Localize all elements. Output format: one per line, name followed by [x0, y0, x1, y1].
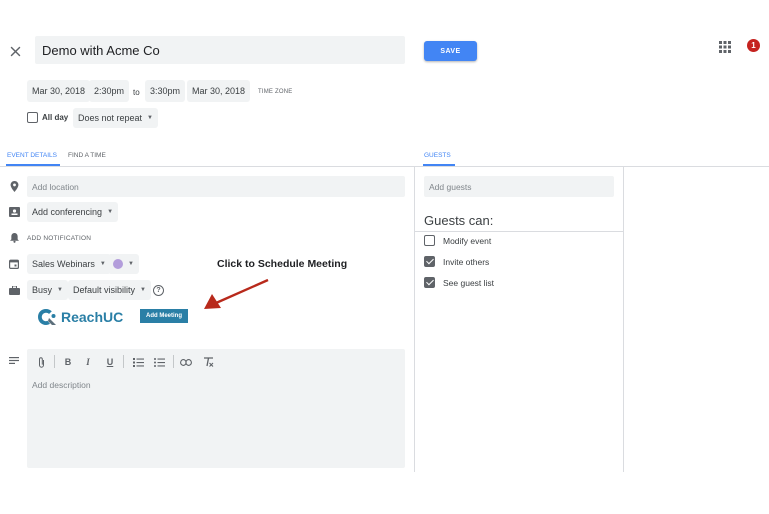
add-guests-placeholder: Add guests — [429, 181, 472, 192]
toolbar-separator — [173, 355, 174, 368]
tab-guests[interactable]: GUESTS — [424, 152, 451, 159]
chevron-down-icon: ▼ — [99, 261, 106, 267]
chevron-down-icon: ▼ — [128, 261, 134, 267]
end-time-text: 3:30pm — [150, 86, 181, 96]
repeat-value: Does not repeat — [78, 113, 143, 123]
save-button-label: SAVE — [440, 47, 461, 55]
end-time-picker[interactable]: 3:30pm — [145, 80, 186, 102]
chevron-down-icon: ▼ — [57, 287, 63, 293]
close-icon[interactable] — [6, 42, 24, 60]
bulleted-list-icon[interactable] — [152, 355, 166, 369]
permission-label: Invite others — [443, 257, 490, 267]
location-input[interactable]: Add location — [27, 176, 405, 197]
all-day-label: All day — [42, 113, 69, 122]
chevron-down-icon: ▼ — [140, 287, 146, 293]
description-editor[interactable]: B I U Add description — [27, 349, 405, 468]
conferencing-icon — [8, 206, 20, 218]
underline-icon[interactable]: U — [104, 355, 116, 369]
all-day-checkbox[interactable] — [27, 112, 38, 123]
modify-event-checkbox[interactable] — [424, 235, 435, 246]
chevron-down-icon: ▼ — [107, 209, 114, 215]
notification-badge[interactable]: 1 — [747, 39, 760, 52]
see-guest-list-checkbox[interactable] — [424, 277, 435, 288]
location-pin-icon — [8, 180, 20, 192]
toolbar-separator — [123, 355, 124, 368]
event-color-dropdown[interactable]: ▼ — [108, 254, 139, 274]
chevron-down-icon: ▼ — [147, 115, 153, 121]
calendar-icon — [8, 258, 20, 270]
reachuc-logo: ReachUC — [37, 307, 123, 327]
end-date-text: Mar 30, 2018 — [192, 86, 246, 96]
description-icon — [8, 354, 20, 366]
remove-formatting-icon[interactable] — [201, 355, 215, 369]
permission-label: See guest list — [443, 278, 495, 288]
add-conferencing-dropdown[interactable]: Add conferencing ▼ — [27, 202, 119, 222]
attachment-icon[interactable] — [35, 355, 47, 369]
tab-event-details[interactable]: EVENT DETAILS — [7, 152, 57, 159]
save-button[interactable]: SAVE — [424, 41, 477, 61]
add-meeting-button[interactable]: Add Meeting — [140, 309, 188, 323]
reachuc-logo-icon — [38, 309, 56, 325]
guests-can-heading: Guests can: — [424, 213, 494, 228]
calendar-dropdown[interactable]: Sales Webinars ▼ — [27, 254, 111, 274]
reachuc-brand-text: ReachUC — [61, 309, 124, 325]
add-notification-link[interactable]: ADD NOTIFICATION — [27, 235, 91, 242]
add-meeting-label: Add Meeting — [146, 313, 182, 319]
start-time-picker[interactable]: 2:30pm — [89, 80, 130, 102]
conferencing-label: Add conferencing — [32, 207, 103, 217]
bold-icon[interactable]: B — [62, 355, 74, 369]
location-placeholder: Add location — [32, 181, 79, 192]
calendar-value: Sales Webinars — [32, 259, 95, 269]
start-time-text: 2:30pm — [94, 86, 125, 96]
permission-label: Modify event — [443, 236, 492, 246]
availability-dropdown[interactable]: Busy ▼ — [27, 280, 68, 300]
guests-panel-divider — [623, 167, 624, 472]
toolbar-separator — [54, 355, 55, 368]
repeat-dropdown[interactable]: Does not repeat ▼ — [73, 108, 158, 128]
bell-icon — [8, 232, 20, 244]
event-title-input[interactable]: Demo with Acme Co — [35, 36, 405, 64]
panel-divider — [414, 167, 415, 472]
to-label: to — [133, 88, 140, 97]
end-date-picker[interactable]: Mar 30, 2018 — [187, 80, 251, 102]
tab-find-a-time[interactable]: FIND A TIME — [68, 152, 106, 159]
visibility-dropdown[interactable]: Default visibility ▼ — [68, 280, 151, 300]
description-placeholder: Add description — [32, 380, 91, 390]
color-swatch — [113, 259, 123, 269]
invite-others-checkbox[interactable] — [424, 256, 435, 267]
italic-icon[interactable]: I — [82, 355, 94, 369]
notification-count: 1 — [751, 41, 756, 50]
add-guests-input[interactable]: Add guests — [424, 176, 614, 197]
event-title-text: Demo with Acme Co — [42, 42, 160, 58]
help-icon[interactable]: ? — [153, 285, 164, 296]
annotation-arrow-icon — [204, 278, 269, 309]
start-date-text: Mar 30, 2018 — [32, 86, 86, 96]
tabs-divider — [0, 166, 769, 167]
apps-grid-icon[interactable] — [719, 40, 731, 53]
numbered-list-icon[interactable] — [131, 355, 145, 369]
schedule-annotation: Click to Schedule Meeting — [217, 258, 348, 270]
briefcase-icon — [8, 284, 20, 296]
busy-value: Busy — [32, 285, 53, 295]
start-date-picker[interactable]: Mar 30, 2018 — [27, 80, 91, 102]
visibility-value: Default visibility — [73, 285, 136, 295]
guests-heading-divider — [415, 231, 623, 232]
time-zone-link[interactable]: TIME ZONE — [258, 89, 292, 95]
link-icon[interactable] — [179, 355, 193, 369]
